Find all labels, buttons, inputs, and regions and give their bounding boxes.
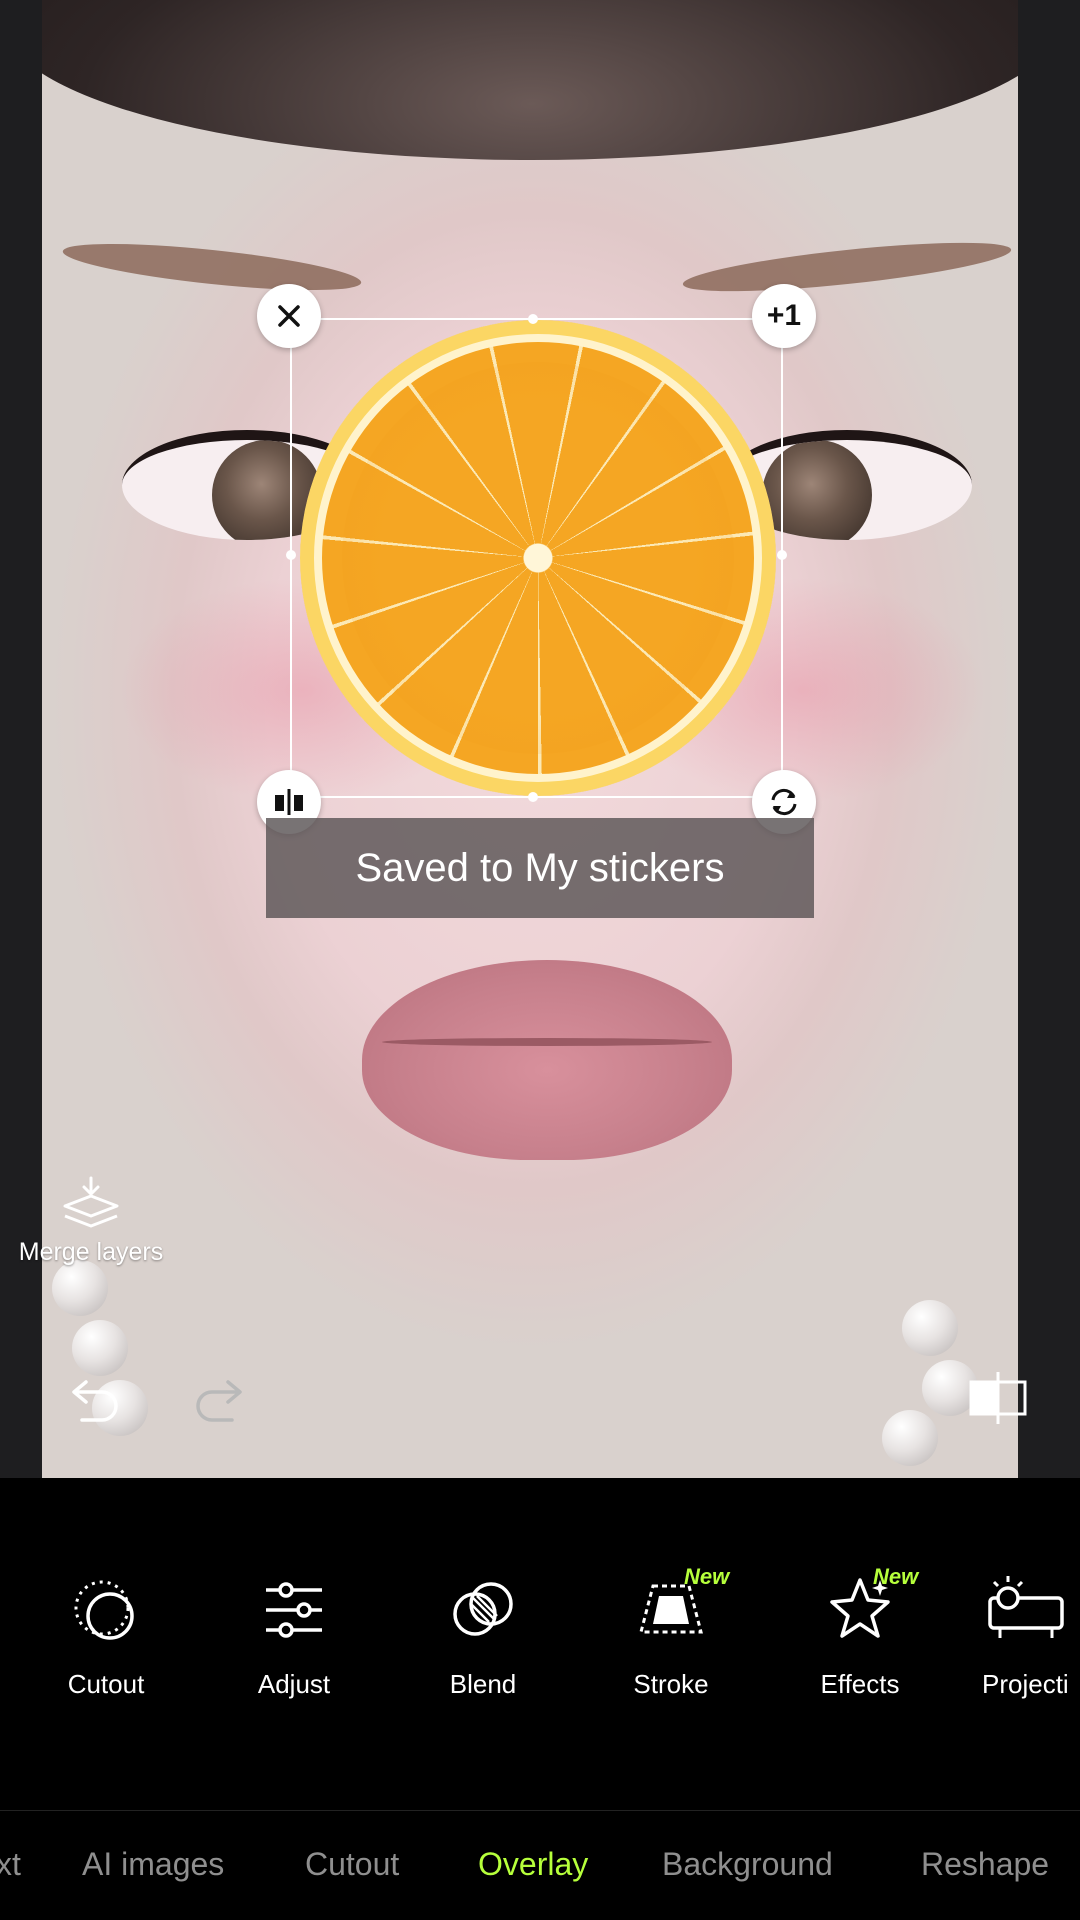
overlay-toolbar: Cutout Adjust Blend New Stroke New Effec…	[0, 1564, 1080, 1730]
tool-label: Cutout	[67, 1669, 145, 1699]
toast-text: Saved to My stickers	[355, 845, 725, 890]
compare-icon	[969, 1372, 1027, 1424]
tool-label: Adjust	[257, 1669, 331, 1699]
bottom-tab-bar: xt AI images Cutout Overlay Background R…	[0, 1846, 1080, 1906]
tool-label: Projecti	[982, 1669, 1069, 1699]
left-eyebrow	[61, 234, 363, 300]
close-icon	[278, 305, 300, 327]
merge-layers-label: Merge layers	[18, 1238, 164, 1266]
edge-handle-right[interactable]	[777, 550, 787, 560]
hair	[42, 0, 1018, 160]
new-badge: New	[684, 1564, 730, 1589]
duplicate-label: +1	[766, 299, 802, 332]
right-eyebrow	[681, 232, 1013, 302]
tool-label: Effects	[820, 1669, 900, 1699]
projector-icon	[988, 1576, 1064, 1638]
edge-handle-top[interactable]	[528, 314, 538, 324]
duplicate-sticker-button[interactable]: +1	[752, 284, 816, 348]
cutout-icon	[74, 1580, 134, 1640]
editor-canvas[interactable]: +1 Saved to My stickers Merge layers	[0, 0, 1080, 1478]
undo-icon	[72, 1380, 118, 1422]
undo-button[interactable]	[68, 1372, 124, 1429]
tool-label: Stroke	[633, 1669, 709, 1699]
redo-icon	[196, 1380, 242, 1422]
tool-effects[interactable]: New Effects	[785, 1564, 935, 1700]
tab-overlay[interactable]: Overlay	[478, 1846, 588, 1883]
flip-icon	[275, 789, 303, 815]
delete-sticker-button[interactable]	[257, 284, 321, 348]
lips	[362, 960, 732, 1160]
edge-handle-bottom[interactable]	[528, 792, 538, 802]
pearl	[52, 1260, 108, 1316]
tool-blend[interactable]: Blend	[408, 1570, 558, 1700]
blend-icon	[453, 1582, 513, 1636]
tab-cutout[interactable]: Cutout	[305, 1846, 399, 1883]
merge-layers-icon	[63, 1176, 119, 1228]
tool-stroke[interactable]: New Stroke	[596, 1564, 746, 1700]
pearl	[902, 1300, 958, 1356]
tab-background[interactable]: Background	[662, 1846, 833, 1883]
tool-cutout[interactable]: Cutout	[31, 1570, 181, 1700]
rotate-icon	[771, 788, 797, 816]
merge-layers-button[interactable]: Merge layers	[6, 1176, 176, 1267]
sticker-selection-box[interactable]	[286, 314, 787, 802]
pearl	[882, 1410, 938, 1466]
edge-handle-left[interactable]	[286, 550, 296, 560]
new-badge: New	[873, 1564, 919, 1589]
redo-button[interactable]	[190, 1372, 246, 1429]
tool-label: Blend	[449, 1669, 517, 1699]
tab-reshape[interactable]: Reshape	[921, 1846, 1049, 1883]
compare-button[interactable]	[968, 1370, 1028, 1431]
tab-text[interactable]: xt	[0, 1846, 21, 1883]
toast-message: Saved to My stickers	[266, 818, 814, 918]
tab-ai-images[interactable]: AI images	[82, 1846, 224, 1883]
tool-projection[interactable]: Projecti	[974, 1570, 1080, 1700]
tool-adjust[interactable]: Adjust	[219, 1570, 369, 1700]
sliders-icon	[266, 1582, 322, 1638]
divider	[0, 1810, 1080, 1811]
pearl	[72, 1320, 128, 1376]
